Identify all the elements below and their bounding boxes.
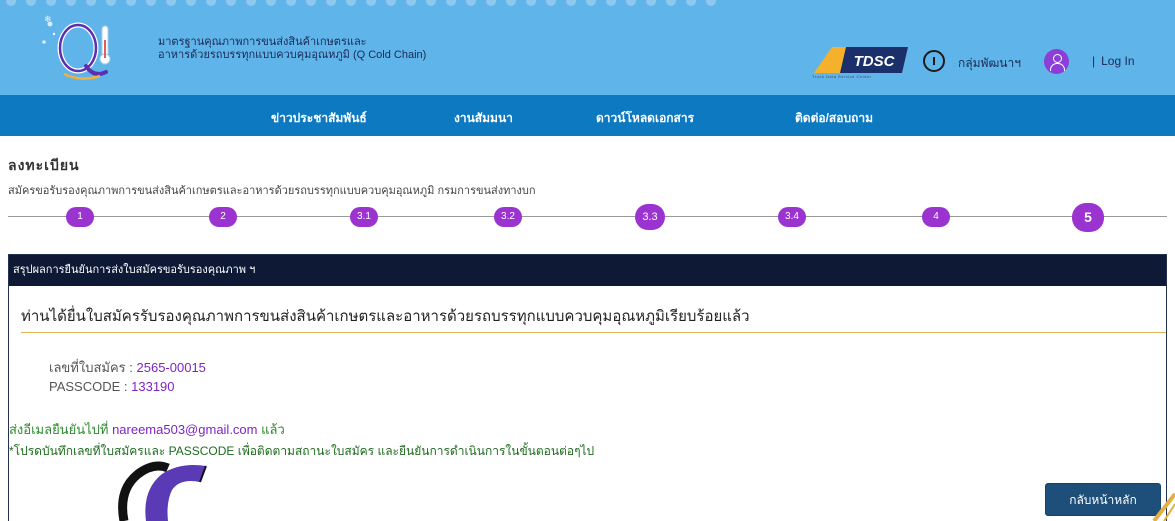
corner-decoration — [1152, 492, 1175, 521]
page-title: ลงทะเบียน — [8, 157, 80, 173]
nav-item-news[interactable]: ข่าวประชาสัมพันธ์ — [271, 109, 367, 128]
step-4: 4 — [922, 207, 950, 227]
nav-item-seminar[interactable]: งานสัมมนา — [454, 109, 513, 128]
login-separator: | — [1092, 54, 1096, 68]
q-cold-chain-logo[interactable]: ❄ — [40, 12, 130, 84]
step-2: 2 — [209, 207, 237, 227]
passcode-value: 133190 — [131, 379, 175, 394]
main-nav: ข่าวประชาสัมพันธ์ งานสัมมนา ดาวน์โหลดเอก… — [0, 95, 1175, 136]
message-divider — [21, 332, 1166, 333]
user-icon[interactable] — [1044, 49, 1069, 74]
step-3-1: 3.1 — [350, 207, 378, 227]
panel-header: สรุปผลการยืนยันการส่งใบสมัครขอรับรองคุณภ… — [9, 255, 1166, 286]
progress-stepper: 1 2 3.1 3.2 3.3 3.4 4 5 — [0, 203, 1175, 232]
step-5-current: 5 — [1072, 203, 1104, 232]
site-title-line-2: อาหารด้วยรถบรรทุกแบบควบคุมอุณหภูมิ (Q Co… — [158, 49, 427, 61]
login-area: | Log In — [1092, 54, 1135, 68]
email-address: nareema503@gmail.com — [112, 422, 258, 437]
step-3-4: 3.4 — [778, 207, 806, 227]
email-prefix: ส่งอีเมลยืนยันไปที่ — [9, 422, 109, 437]
email-confirmation: ส่งอีเมลยืนยันไปที่ nareema503@gmail.com… — [9, 419, 285, 440]
site-title: มาตรฐานคุณภาพการขนส่งสินค้าเกษตรและ อาหา… — [158, 36, 426, 62]
login-link[interactable]: Log In — [1101, 54, 1134, 68]
site-title-line-1: มาตรฐานคุณภาพการขนส่งสินค้าเกษตรและ — [158, 36, 367, 48]
step-3-2: 3.2 — [494, 207, 522, 227]
tdsc-subtitle: Truck Data Service Center — [812, 74, 872, 79]
info-icon[interactable] — [923, 50, 945, 72]
site-header: ❄ มาตรฐานคุณภาพการขนส่งสินค้าเกษตรและ อา… — [0, 0, 1175, 95]
svg-text:❄: ❄ — [44, 15, 52, 25]
nav-item-contact[interactable]: ติดต่อ/สอบถาม — [795, 109, 873, 128]
page-subtitle: สมัครขอรับรองคุณภาพการขนส่งสินค้าเกษตรแล… — [8, 185, 536, 197]
nav-item-download[interactable]: ดาวน์โหลดเอกสาร — [596, 109, 694, 128]
email-suffix: แล้ว — [261, 422, 285, 437]
success-message: ท่านได้ยื่นใบสมัครรับรองคุณภาพการขนส่งสิ… — [21, 308, 750, 325]
save-note: *โปรดบันทึกเลขที่ใบสมัครและ PASSCODE เพื… — [9, 444, 595, 458]
tdsc-label: TDSC — [854, 53, 896, 70]
step-3-3: 3.3 — [635, 204, 665, 230]
back-home-button[interactable]: กลับหน้าหลัก — [1045, 483, 1161, 516]
passcode-row: PASSCODE : 133190 — [49, 379, 175, 394]
application-number-value: 2565-00015 — [136, 360, 206, 375]
dev-group-link[interactable]: กลุ่มพัฒนาฯ — [958, 54, 1021, 73]
header-decoration — [0, 0, 1175, 12]
stepper-line — [8, 216, 1167, 217]
application-number-label: เลขที่ใบสมัคร : — [49, 360, 133, 375]
passcode-label: PASSCODE : — [49, 379, 128, 394]
step-1: 1 — [66, 207, 94, 227]
decorative-graphic — [118, 461, 207, 521]
application-number-row: เลขที่ใบสมัคร : 2565-00015 — [49, 357, 206, 378]
